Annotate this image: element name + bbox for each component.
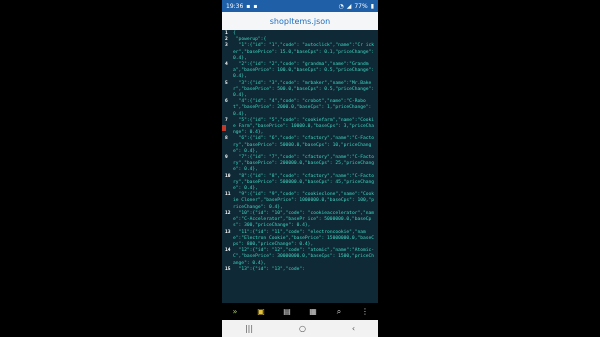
signal-icon: ◢ xyxy=(346,2,352,10)
line-code: "6":{"id": "6","code": "cfactory","name"… xyxy=(233,136,375,154)
status-left: 19:36 ▪ ▪ xyxy=(226,3,257,10)
line-number: 9 xyxy=(225,155,228,161)
code-line[interactable]: 15 "13":{"id": "13","code": xyxy=(225,267,376,273)
copy-icon[interactable]: ▦ xyxy=(306,306,320,318)
home-icon[interactable]: ○ xyxy=(299,324,306,333)
code-line[interactable]: 13 "11":{"id": "11","code": "electroncoo… xyxy=(225,230,376,249)
line-number: 11 xyxy=(225,192,231,198)
save-icon[interactable]: ▣ xyxy=(254,306,268,318)
code-editor[interactable]: 1{2 "powerup":{3 "1":{"id": "1","code": … xyxy=(222,30,378,303)
code-line[interactable]: 4 "2":{"id": "2","code": "grandma","name… xyxy=(225,62,376,81)
back-icon[interactable]: ‹ xyxy=(352,324,355,333)
status-bar: 19:36 ▪ ▪ ◔ ◢ 77% ▮ xyxy=(222,0,378,12)
status-time: 19:36 xyxy=(226,2,244,10)
line-code: "3":{"id": "3","code": "mrbaker","name":… xyxy=(233,80,377,99)
line-code: "7":{"id": "7","code": "cfactory","name"… xyxy=(233,155,375,173)
wifi-icon: ◔ xyxy=(338,2,344,10)
code-line[interactable]: 9 "7":{"id": "7","code": "cfactory","nam… xyxy=(225,155,376,174)
line-number: 7 xyxy=(225,117,228,123)
line-number: 6 xyxy=(225,99,228,105)
line-number: 5 xyxy=(225,80,228,86)
status-right: ◔ ◢ 77% ▮ xyxy=(338,3,374,10)
line-code: "8":{"id": "8","code": "cfactory","name"… xyxy=(233,173,375,192)
notification-icon: ▪ xyxy=(246,2,251,10)
battery-percent: 77% xyxy=(354,2,368,10)
line-code: "10":{"id": "10","code": "cookieaccelera… xyxy=(233,210,375,229)
editor-toolbar: » ▣ ▤ ▦ ⌕ ⋮ xyxy=(222,303,378,320)
line-number: 8 xyxy=(225,136,228,142)
line-code: "5":{"id": "5","code": "cookiefarm","nam… xyxy=(233,117,375,136)
file-title-bar[interactable]: shopItems.json xyxy=(222,12,378,31)
code-line[interactable]: 11 "9":{"id": "9","code": "cookieclone",… xyxy=(225,192,376,211)
line-number: 14 xyxy=(225,248,231,254)
phone-screen: 19:36 ▪ ▪ ◔ ◢ 77% ▮ shopItems.json 1{2 "… xyxy=(222,0,378,337)
code-line[interactable]: 6 "4":{"id": "4","code": "crobot","name"… xyxy=(225,99,376,118)
code-line[interactable]: 7 "5":{"id": "5","code": "cookiefarm","n… xyxy=(225,118,376,137)
line-code: "12":{"id": "12","code": "atomic","name"… xyxy=(233,248,375,266)
code-line[interactable]: 10 "8":{"id": "8","code": "cfactory","na… xyxy=(225,174,376,193)
code-line[interactable]: 14 "12":{"id": "12","code": "atomic","na… xyxy=(225,248,376,267)
line-code: "1":{"id": "1","code": "autoclick","name… xyxy=(233,43,377,61)
line-number: 10 xyxy=(225,173,231,179)
code-line[interactable]: 8 "6":{"id": "6","code": "cfactory","nam… xyxy=(225,136,376,155)
code-line[interactable]: 12 "10":{"id": "10","code": "cookieaccel… xyxy=(225,211,376,230)
line-number: 4 xyxy=(225,62,228,68)
search-icon[interactable]: ⌕ xyxy=(332,306,346,318)
line-number: 15 xyxy=(225,266,231,272)
error-marker xyxy=(222,125,226,131)
code-line[interactable]: 5 "3":{"id": "3","code": "mrbaker","name… xyxy=(225,81,376,100)
more-vertical-icon[interactable]: ⋮ xyxy=(358,306,372,318)
line-number: 3 xyxy=(225,43,228,49)
open-file-icon[interactable]: ▤ xyxy=(280,306,294,318)
battery-icon: ▮ xyxy=(370,2,374,10)
android-nav-bar: ||| ○ ‹ xyxy=(222,320,378,337)
line-code: "13":{"id": "13","code": xyxy=(233,266,305,272)
line-number: 13 xyxy=(225,229,231,235)
line-code: "4":{"id": "4","code": "crobot","name":"… xyxy=(233,99,375,117)
line-code: "11":{"id": "11","code": "electroncookie… xyxy=(233,229,375,247)
line-number: 12 xyxy=(225,210,231,216)
code-line[interactable]: 3 "1":{"id": "1","code": "autoclick","na… xyxy=(225,43,376,62)
line-code: "2":{"id": "2","code": "grandma","name":… xyxy=(233,62,377,80)
file-title: shopItems.json xyxy=(269,16,331,26)
line-code: "9":{"id": "9","code": "cookieclone","na… xyxy=(233,192,375,210)
recents-icon[interactable]: ||| xyxy=(245,324,253,333)
double-chevron-icon[interactable]: » xyxy=(228,306,242,318)
notification-icon: ▪ xyxy=(253,2,258,10)
